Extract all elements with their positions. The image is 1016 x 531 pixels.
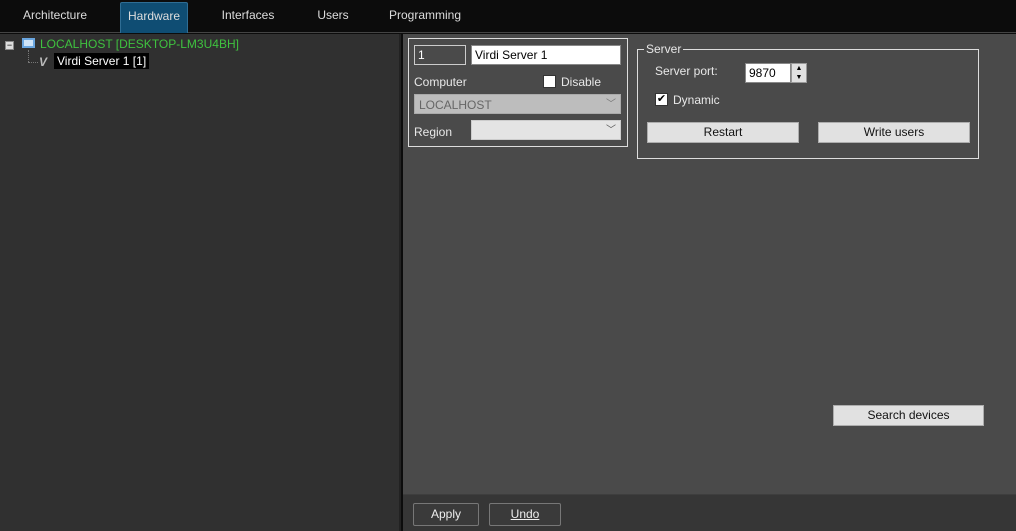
computer-label: Computer: [414, 75, 467, 89]
disable-checkbox[interactable]: [543, 75, 556, 88]
server-legend: Server: [644, 42, 684, 56]
virdi-icon: V: [39, 55, 48, 69]
region-label: Region: [414, 125, 453, 139]
tab-bar: Architecture Hardware Interfaces Users P…: [0, 0, 1016, 33]
dynamic-label: Dynamic: [673, 93, 720, 107]
hardware-tree: − LOCALHOST [DESKTOP-LM3U4BH] V Virdi Se…: [0, 34, 401, 531]
disable-label: Disable: [561, 75, 602, 89]
tree-line: [28, 62, 38, 63]
server-group: Server Server port: 9870 ▲ ▼ ✔ Dynamic Re…: [637, 42, 979, 159]
undo-button[interactable]: Undo: [489, 503, 561, 526]
computer-icon: [22, 38, 35, 48]
restart-button[interactable]: Restart: [647, 122, 799, 143]
computer-select[interactable]: LOCALHOST ﹀: [414, 94, 621, 114]
computer-value: LOCALHOST: [419, 98, 492, 112]
region-select[interactable]: ﹀: [471, 120, 621, 140]
apply-button[interactable]: Apply: [413, 503, 479, 526]
properties-panel: 1 Virdi Server 1 Computer Disable LOCALH…: [403, 34, 1016, 494]
tab-interfaces[interactable]: Interfaces: [210, 2, 286, 33]
server-port-field[interactable]: 9870: [745, 63, 791, 83]
tree-root-localhost[interactable]: LOCALHOST [DESKTOP-LM3U4BH]: [40, 37, 239, 51]
chevron-down-icon: ﹀: [606, 125, 616, 136]
device-group: 1 Virdi Server 1 Computer Disable LOCALH…: [408, 38, 628, 147]
chevron-down-icon: ﹀: [606, 99, 616, 110]
device-id-field[interactable]: 1: [414, 45, 466, 65]
tab-users[interactable]: Users: [305, 2, 361, 33]
server-port-label: Server port:: [655, 64, 718, 78]
port-spinner[interactable]: ▲ ▼: [791, 63, 807, 83]
tab-architecture[interactable]: Architecture: [10, 2, 100, 33]
tree-line: [28, 50, 29, 62]
device-name-field[interactable]: Virdi Server 1: [471, 45, 621, 65]
tab-programming[interactable]: Programming: [380, 2, 470, 33]
tab-hardware[interactable]: Hardware: [120, 2, 188, 33]
footer-bar: Apply Undo: [403, 494, 1016, 531]
dynamic-checkbox[interactable]: ✔: [655, 93, 668, 106]
collapse-icon[interactable]: −: [5, 41, 14, 50]
write-users-button[interactable]: Write users: [818, 122, 970, 143]
search-devices-button[interactable]: Search devices: [833, 405, 984, 426]
tree-item-virdi-server[interactable]: Virdi Server 1 [1]: [54, 53, 150, 69]
